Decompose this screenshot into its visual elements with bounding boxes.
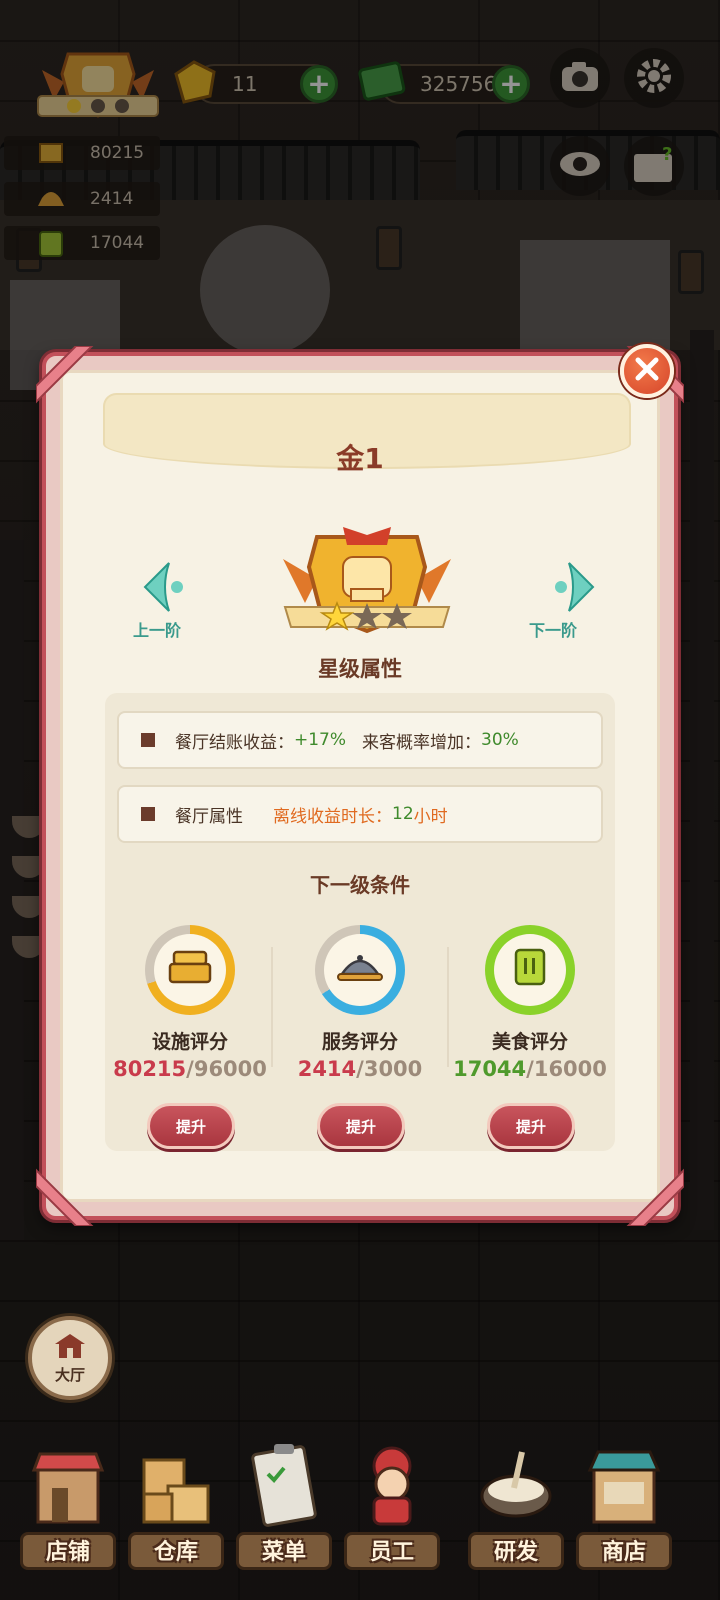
service-condition-value: 2414/3000	[275, 1057, 445, 1081]
food-condition-value: 17044/16000	[445, 1057, 615, 1081]
nav-research-label: 研发	[493, 1540, 538, 1565]
food-required: /16000	[526, 1057, 607, 1081]
offline-duration-unit: 小时	[413, 806, 448, 827]
facility-condition-label: 设施评分	[151, 1031, 228, 1053]
facility-condition: 设施评分 80215/96000 提升	[105, 917, 275, 1157]
checkout-income-row: 餐厅结账收益： +17% 来客概率增加： 30%	[117, 711, 603, 769]
food-upgrade-button[interactable]: 提升	[487, 1103, 575, 1149]
offline-duration-value: 12	[392, 804, 414, 824]
service-progress-ring	[315, 925, 405, 1015]
restaurant-attribute-label: 餐厅属性	[175, 806, 243, 827]
food-condition-label: 美食评分	[491, 1031, 568, 1053]
customer-rate-label: 来客概率增加：	[362, 732, 482, 753]
nav-research[interactable]: 研发	[466, 1440, 566, 1590]
offline-duration-label: 离线收益时长：	[273, 806, 392, 827]
clipboard-icon	[246, 1440, 322, 1530]
next-tier-label[interactable]: 下一阶	[529, 617, 577, 641]
nav-warehouse[interactable]: 仓库	[126, 1440, 226, 1590]
ribbon-corner	[614, 1156, 685, 1227]
next-tier-button[interactable]	[539, 559, 599, 615]
restaurant-attribute-row: 餐厅属性 离线收益时长： 12 小时	[117, 785, 603, 843]
nav-staff[interactable]: 员工	[342, 1440, 442, 1590]
food-progress-ring	[485, 925, 575, 1015]
boxes-icon	[138, 1440, 214, 1530]
star-attributes-title: 星级属性	[318, 657, 402, 681]
service-condition-label: 服务评分	[321, 1031, 398, 1053]
prev-tier-label[interactable]: 上一阶	[133, 617, 181, 641]
house-icon	[53, 1332, 87, 1364]
close-icon	[634, 356, 660, 386]
facility-progress-ring	[145, 925, 235, 1015]
nav-shop-label: 店铺	[45, 1540, 90, 1565]
food-current: 17044	[453, 1057, 527, 1081]
hall-label: 大厅	[54, 1365, 85, 1384]
checkout-income-label: 餐厅结账收益：	[175, 732, 294, 753]
checkout-income-value: +17%	[294, 730, 347, 750]
nav-shop[interactable]: 店铺	[18, 1440, 118, 1590]
cooking-pot-icon	[478, 1440, 554, 1530]
store-icon	[586, 1440, 662, 1530]
service-required: /3000	[356, 1057, 423, 1081]
service-condition: 服务评分 2414/3000 提升	[275, 917, 445, 1157]
nav-store[interactable]: 商店	[574, 1440, 674, 1590]
service-upgrade-button[interactable]: 提升	[317, 1103, 405, 1149]
facility-upgrade-button[interactable]: 提升	[147, 1103, 235, 1149]
hall-button[interactable]: 大厅	[28, 1316, 112, 1400]
nav-menu[interactable]: 菜单	[234, 1440, 334, 1590]
nav-store-label: 商店	[601, 1540, 646, 1565]
food-condition: 美食评分 17044/16000 提升	[445, 917, 615, 1157]
service-current: 2414	[297, 1057, 357, 1081]
facility-current: 80215	[113, 1057, 187, 1081]
rank-detail-dialog: 金1 上一阶 下一阶 星级属性 餐厅结账收益： +17% 来客概率增加： 30%…	[35, 345, 685, 1227]
ribbon-corner	[35, 1156, 106, 1227]
staff-icon	[354, 1440, 430, 1530]
cloche-icon	[334, 948, 386, 992]
close-button[interactable]	[620, 344, 674, 398]
prev-tier-button[interactable]	[139, 559, 199, 615]
ribbon-corner	[35, 345, 106, 416]
facility-required: /96000	[186, 1057, 267, 1081]
gold-rank-badge	[277, 523, 457, 649]
facility-icon	[166, 948, 214, 992]
facility-condition-value: 80215/96000	[105, 1057, 275, 1081]
nav-staff-label: 员工	[369, 1540, 414, 1565]
storefront-icon	[30, 1440, 106, 1530]
bottom-navigation: 店铺 仓库 菜单 员工 研发 商店	[0, 1440, 720, 1600]
dialog-body: 金1 上一阶 下一阶 星级属性 餐厅结账收益： +17% 来客概率增加： 30%…	[60, 370, 660, 1202]
customer-rate-value: 30%	[481, 730, 519, 750]
dialog-title: 金1	[336, 442, 384, 475]
nav-warehouse-label: 仓库	[153, 1540, 198, 1565]
next-level-title: 下一级条件	[310, 873, 410, 897]
nav-menu-label: 菜单	[261, 1540, 306, 1565]
recipe-book-icon	[508, 946, 552, 994]
